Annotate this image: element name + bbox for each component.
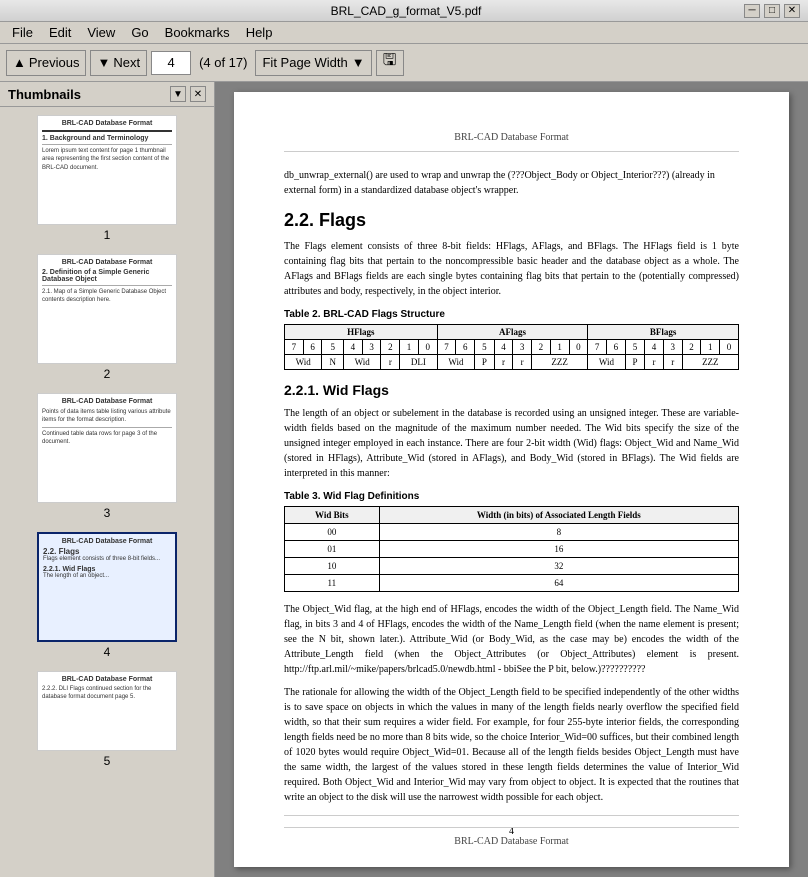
wid-table-row: 1032 — [285, 558, 739, 575]
thumb-label-3: 3 — [104, 506, 111, 520]
thumbnail-page-2[interactable]: BRL-CAD Database Format 2. Definition of… — [8, 254, 206, 381]
minimize-button[interactable]: ─ — [744, 4, 760, 18]
menu-view[interactable]: View — [79, 23, 123, 42]
pdf-page: BRL-CAD Database Format db_unwrap_extern… — [234, 92, 789, 867]
aflags-header: AFlags — [437, 325, 588, 340]
thumbnail-page-4[interactable]: BRL-CAD Database Format 2.2. Flags Flags… — [8, 532, 206, 659]
toolbar: ▲ Previous ▼ Next (4 of 17) Fit Page Wid… — [0, 44, 808, 82]
pdf-area[interactable]: BRL-CAD Database Format db_unwrap_extern… — [215, 82, 808, 877]
menu-help[interactable]: Help — [238, 23, 281, 42]
prev-arrow-icon: ▲ — [13, 55, 26, 70]
prev-button[interactable]: ▲ Previous — [6, 50, 86, 76]
menu-file[interactable]: File — [4, 23, 41, 42]
section-221-para1: The length of an object or subelement in… — [284, 406, 739, 481]
thumbnail-page-5[interactable]: BRL-CAD Database Format 2.2.2. DLI Flags… — [8, 671, 206, 768]
wid-table-row: 008 — [285, 524, 739, 541]
wid-table: Wid Bits Width (in bits) of Associated L… — [284, 506, 739, 592]
flags-table: HFlags AFlags BFlags 76543210 76543210 7… — [284, 324, 739, 370]
close-button[interactable]: ✕ — [784, 4, 800, 18]
fit-label: Fit Page Width — [262, 55, 347, 70]
title-bar: BRL_CAD_g_format_V5.pdf ─ □ ✕ — [0, 0, 808, 22]
maximize-button[interactable]: □ — [764, 4, 780, 18]
page-input[interactable] — [151, 51, 191, 75]
table3-caption: Table 3. Wid Flag Definitions — [284, 491, 739, 502]
main-area: Thumbnails ▼ ✕ BRL-CAD Database Format 1… — [0, 82, 808, 877]
pdf-page-footer: BRL-CAD Database Format — [284, 827, 739, 847]
thumb-label-2: 2 — [104, 367, 111, 381]
pdf-intro-text: db_unwrap_external() are used to wrap an… — [284, 168, 739, 198]
thumbnail-page-3[interactable]: BRL-CAD Database Format Points of data i… — [8, 393, 206, 520]
sidebar-content: BRL-CAD Database Format 1. Background an… — [0, 107, 214, 877]
menu-bar: File Edit View Go Bookmarks Help — [0, 22, 808, 44]
window-title: BRL_CAD_g_format_V5.pdf — [68, 4, 744, 18]
section-221-title: 2.2.1. Wid Flags — [284, 382, 739, 398]
section-221-para3: The rationale for allowing the width of … — [284, 685, 739, 805]
sidebar: Thumbnails ▼ ✕ BRL-CAD Database Format 1… — [0, 82, 215, 877]
save-button[interactable]: 🖫 — [376, 50, 404, 76]
menu-edit[interactable]: Edit — [41, 23, 79, 42]
thumb-label-4: 4 — [104, 645, 111, 659]
wid-table-row: 0116 — [285, 541, 739, 558]
next-arrow-icon: ▼ — [97, 55, 110, 70]
page-count: (4 of 17) — [195, 55, 251, 70]
dropdown-arrow-icon: ▼ — [352, 55, 365, 70]
prev-label: Previous — [29, 55, 80, 70]
save-icon: 🖫 — [383, 49, 397, 76]
hflags-header: HFlags — [285, 325, 438, 340]
sidebar-menu-button[interactable]: ▼ — [170, 86, 186, 102]
wid-col2-header: Width (in bits) of Associated Length Fie… — [379, 507, 738, 524]
page-divider — [284, 815, 739, 816]
section-221-para2: The Object_Wid flag, at the high end of … — [284, 602, 739, 677]
sidebar-title: Thumbnails — [8, 87, 81, 102]
section-22-para: The Flags element consists of three 8-bi… — [284, 239, 739, 299]
fit-dropdown[interactable]: Fit Page Width ▼ — [255, 50, 371, 76]
menu-bookmarks[interactable]: Bookmarks — [157, 23, 238, 42]
sidebar-close-button[interactable]: ✕ — [190, 86, 206, 102]
thumbnail-page-1[interactable]: BRL-CAD Database Format 1. Background an… — [8, 115, 206, 242]
wid-table-row: 1164 — [285, 575, 739, 592]
thumb-label-5: 5 — [104, 754, 111, 768]
bflags-header: BFlags — [588, 325, 739, 340]
next-label: Next — [113, 55, 140, 70]
next-button[interactable]: ▼ Next — [90, 50, 147, 76]
section-22-title: 2.2. Flags — [284, 210, 739, 231]
menu-go[interactable]: Go — [123, 23, 156, 42]
sidebar-header: Thumbnails ▼ ✕ — [0, 82, 214, 107]
table2-caption: Table 2. BRL-CAD Flags Structure — [284, 309, 739, 320]
wid-col1-header: Wid Bits — [285, 507, 380, 524]
pdf-page-header: BRL-CAD Database Format — [284, 132, 739, 152]
thumb-label-1: 1 — [104, 228, 111, 242]
